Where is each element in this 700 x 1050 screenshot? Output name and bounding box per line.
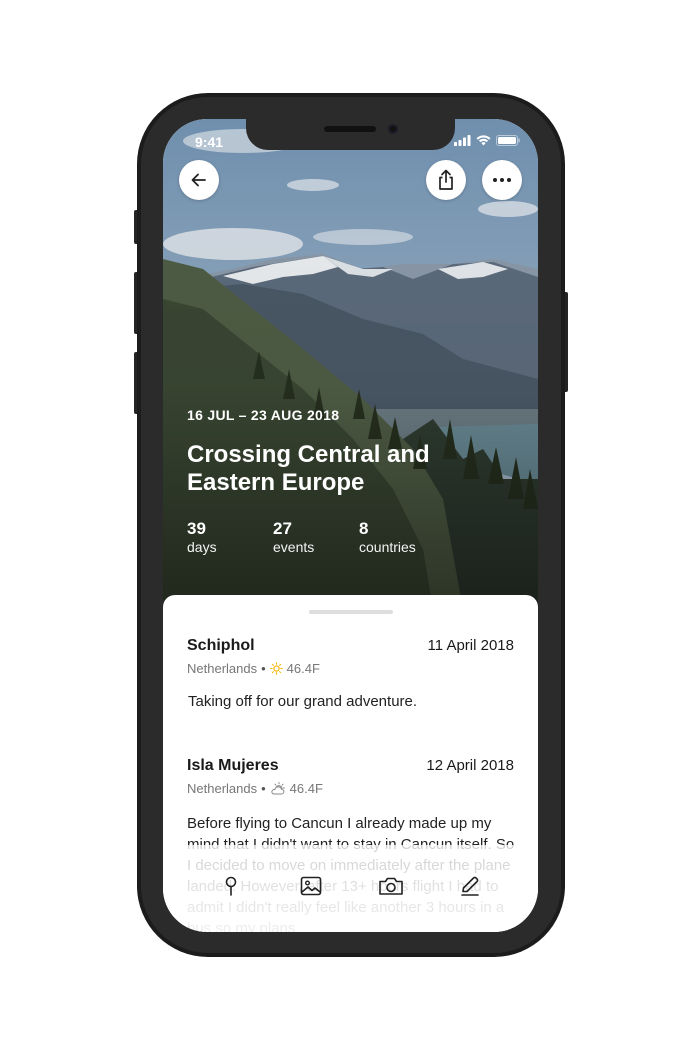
speaker-grille: [324, 126, 376, 132]
timeline-entry[interactable]: Schiphol 11 April 2018 Netherlands • 46.…: [187, 637, 514, 727]
phone-screen: 9:41 16 JUL – 23 AUG 2018 Crossing Centr…: [163, 119, 538, 932]
wifi-icon: [476, 135, 491, 146]
front-camera: [388, 124, 398, 134]
stat-days-label: days: [187, 539, 217, 555]
trip-date-range: 16 JUL – 23 AUG 2018: [187, 407, 340, 423]
entry-country: Netherlands: [187, 781, 258, 796]
stat-events: 27 events: [273, 519, 314, 555]
stat-countries: 8 countries: [359, 519, 416, 555]
image-icon: [300, 876, 322, 896]
more-horizontal-icon: [493, 178, 511, 182]
bottom-toolbar: [163, 871, 538, 903]
battery-icon: [496, 135, 520, 146]
separator-dot: •: [261, 781, 266, 796]
back-button[interactable]: [179, 160, 219, 200]
share-icon: [439, 169, 453, 190]
add-location-button[interactable]: [216, 871, 246, 901]
stat-countries-value: 8: [359, 519, 369, 538]
entry-meta: Netherlands • 46.4F: [187, 661, 320, 676]
location-pin-icon: [225, 876, 237, 896]
add-image-button[interactable]: [296, 871, 326, 901]
stat-days-value: 39: [187, 519, 206, 538]
partly-cloudy-icon: [271, 782, 285, 795]
share-button[interactable]: [426, 160, 466, 200]
stat-countries-label: countries: [359, 539, 416, 555]
more-options-button[interactable]: [482, 160, 522, 200]
add-photo-button[interactable]: [376, 871, 406, 901]
entry-temperature: 46.4F: [289, 781, 323, 796]
trip-title: Crossing Central and Eastern Europe: [187, 441, 430, 496]
separator-dot: •: [261, 661, 266, 676]
stat-events-value: 27: [273, 519, 292, 538]
entry-date: 12 April 2018: [426, 757, 514, 774]
entry-date: 11 April 2018: [427, 637, 514, 654]
sun-icon: [269, 662, 283, 675]
sheet-drag-handle[interactable]: [309, 610, 393, 614]
mountain-photo: [163, 119, 538, 609]
status-icons: [454, 135, 520, 146]
stat-days: 39 days: [187, 519, 217, 555]
stat-events-label: events: [273, 539, 315, 555]
device-notch: [246, 119, 455, 150]
pencil-icon: [461, 876, 479, 896]
entry-country: Netherlands: [187, 661, 258, 676]
entry-temperature: 46.4F: [286, 661, 320, 676]
entry-text: Taking off for our grand adventure.: [188, 693, 418, 710]
camera-icon: [379, 877, 403, 895]
status-time: 9:41: [195, 134, 224, 150]
entry-place: Isla Mujeres: [187, 757, 279, 774]
trip-hero: 9:41 16 JUL – 23 AUG 2018 Crossing Centr…: [163, 119, 538, 609]
entry-meta: Netherlands • 46.4F: [187, 781, 323, 796]
signal-icon: [454, 135, 471, 146]
add-note-button[interactable]: [455, 871, 485, 901]
arrow-left-icon: [191, 173, 206, 187]
entry-place: Schiphol: [187, 637, 255, 654]
